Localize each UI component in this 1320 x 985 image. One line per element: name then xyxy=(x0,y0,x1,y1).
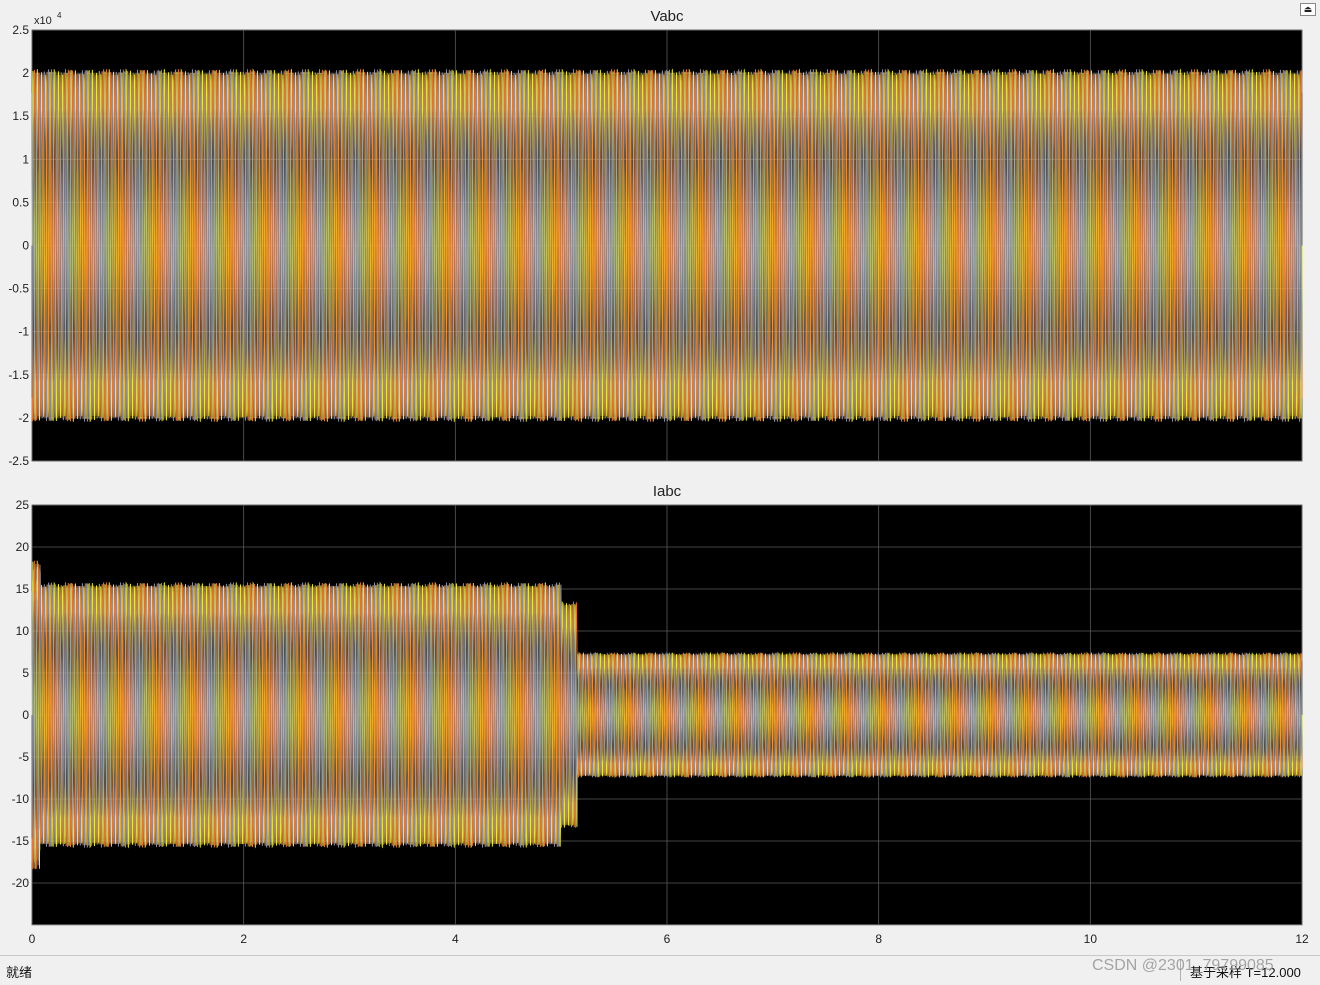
plot-panel-1: Iabc 25 20 15 10 5 0 -5 -10 -15 -20 0 2 4 6 8 10 12 xyxy=(12,483,1309,946)
y-exponent-power: 4 xyxy=(57,11,62,20)
y-tick-label: 25 xyxy=(16,498,30,512)
y-tick-label: 15 xyxy=(16,582,30,596)
chart-title: Iabc xyxy=(653,483,682,500)
y-tick-label: 0 xyxy=(22,239,29,253)
y-tick-label: 1.5 xyxy=(12,109,29,123)
x-tick-label: 4 xyxy=(452,932,459,946)
x-tick-label: 6 xyxy=(664,932,671,946)
plot-panel-0: Vabc 2.5 2 1.5 1 0.5 0 -0.5 -1 -1.5 -2 -2.5 x10 4 xyxy=(8,8,1303,468)
y-tick-label: -2 xyxy=(18,411,29,425)
undock-icon[interactable]: ⏏ xyxy=(1300,3,1316,16)
x-tick-label: 2 xyxy=(240,932,247,946)
x-tick-label: 10 xyxy=(1084,932,1098,946)
status-ready-text: 就绪 xyxy=(6,965,33,980)
y-tick-label: -10 xyxy=(12,792,30,806)
y-tick-label: 2.5 xyxy=(12,23,29,37)
y-tick-label: 0 xyxy=(22,708,29,722)
y-tick-label: 20 xyxy=(16,540,30,554)
y-tick-label: -5 xyxy=(18,750,29,764)
y-tick-label: -1.5 xyxy=(8,368,29,382)
x-tick-label: 0 xyxy=(29,932,36,946)
y-tick-label: 0.5 xyxy=(12,195,29,209)
y-tick-label: -0.5 xyxy=(8,282,29,296)
y-tick-label: -1 xyxy=(18,325,29,339)
y-tick-label: 5 xyxy=(22,666,29,680)
y-tick-label: -20 xyxy=(12,876,30,890)
x-tick-label: 8 xyxy=(875,932,882,946)
chart-title: Vabc xyxy=(650,8,684,25)
y-exponent-label: x10 xyxy=(34,15,52,27)
scope-figure: Vabc2.521.510.50-0.5-1-1.5-2-2.5x10 4Iabc… xyxy=(8,8,1309,946)
y-tick-label: 10 xyxy=(16,624,30,638)
watermark: CSDN @2301_79799085 xyxy=(1092,957,1274,974)
x-tick-label: 12 xyxy=(1295,932,1309,946)
y-tick-label: -2.5 xyxy=(8,454,29,468)
y-tick-label: 2 xyxy=(22,66,29,80)
y-tick-label: -15 xyxy=(12,834,30,848)
y-tick-label: 1 xyxy=(22,152,29,166)
